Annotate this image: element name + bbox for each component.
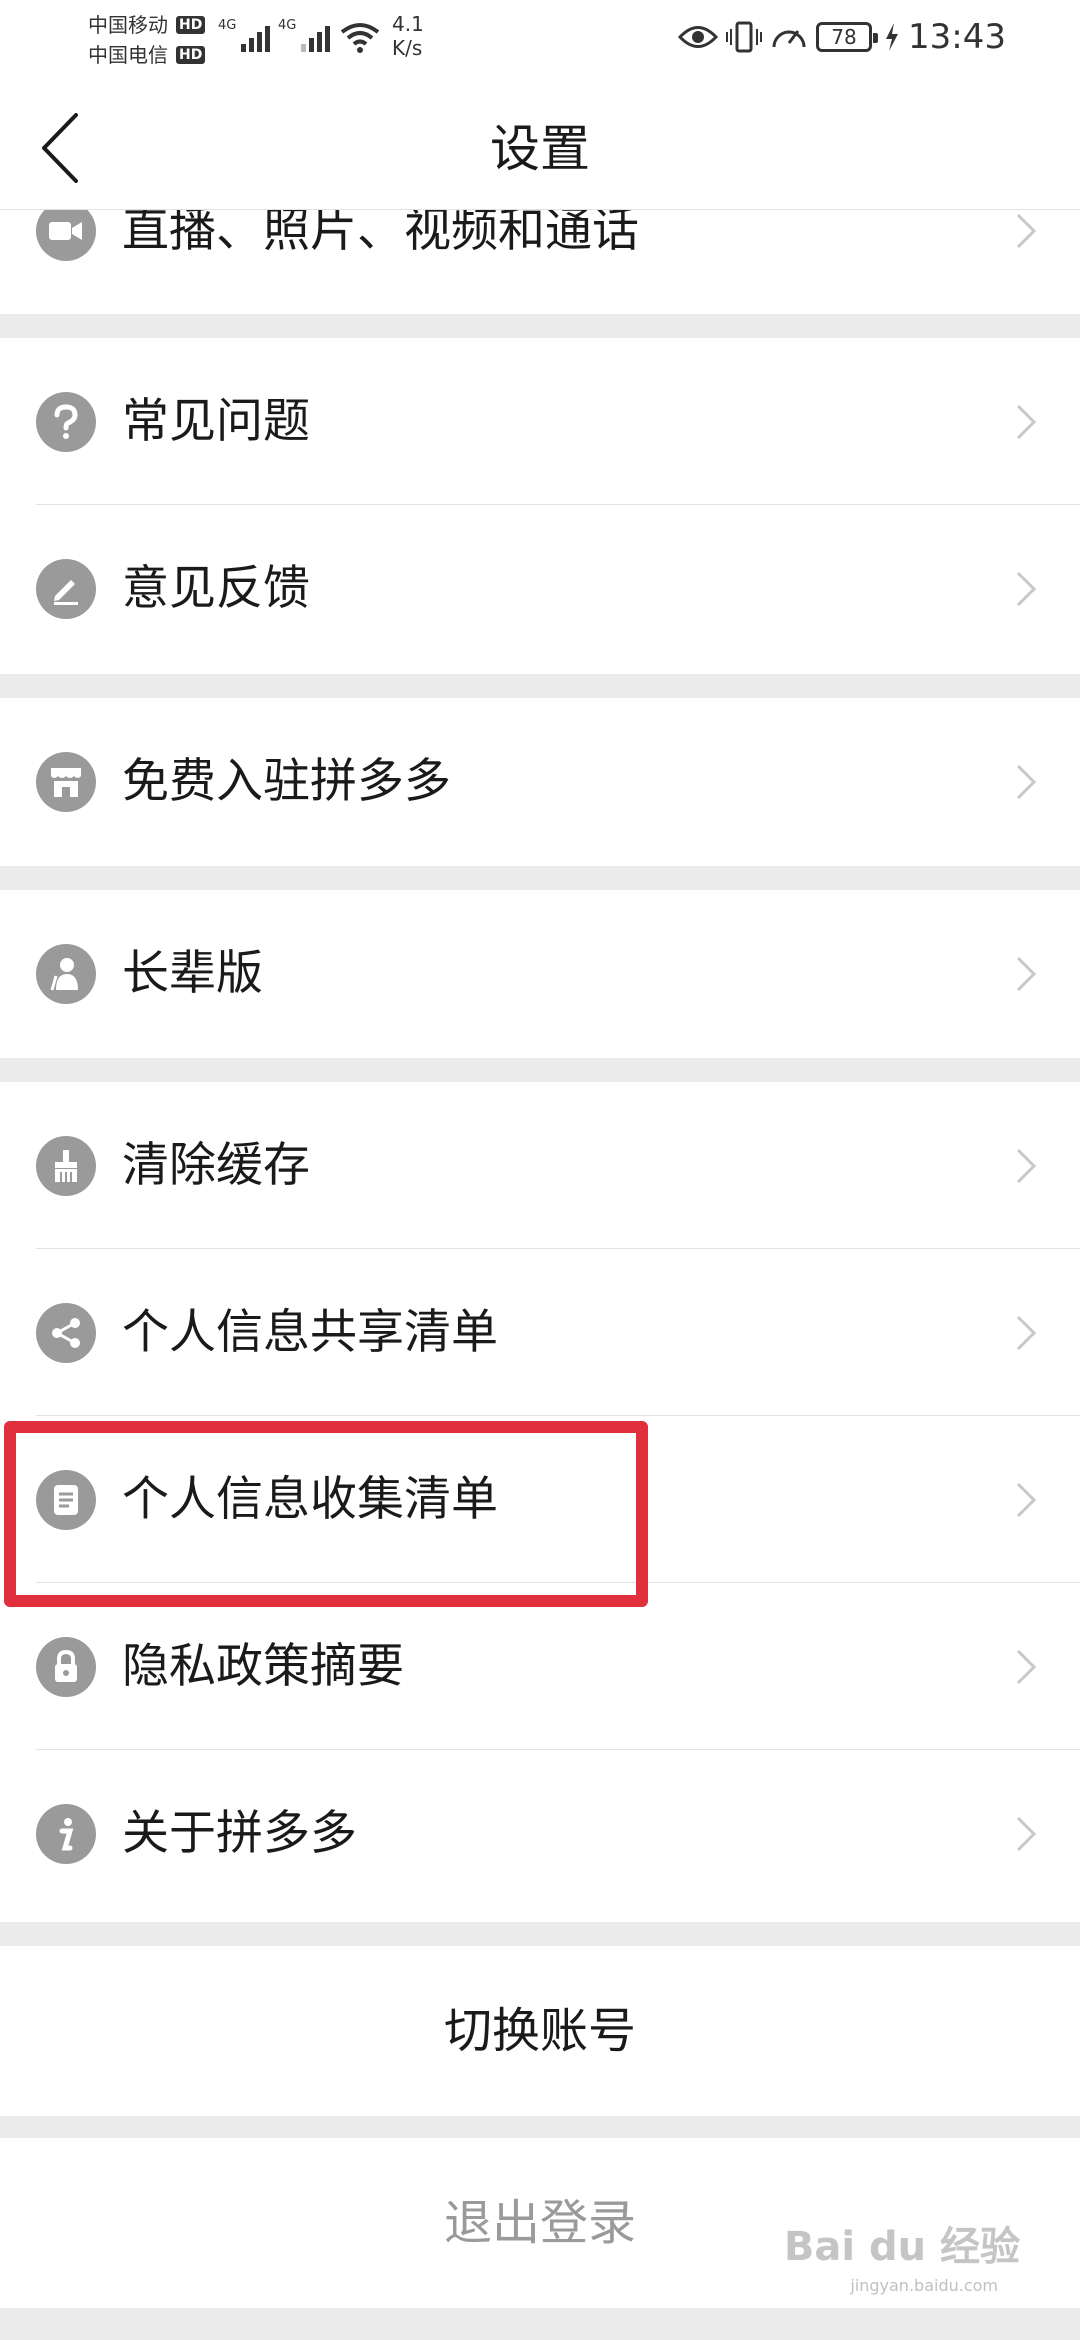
switch-account-button[interactable]: 切换账号 [0, 1946, 1080, 2116]
carrier-info: 中国移动 HD 中国电信 HD [88, 10, 206, 70]
carrier-1-label: 中国移动 [88, 13, 168, 37]
settings-item-label: 清除缓存 [122, 1137, 310, 1193]
page-title: 设置 [490, 120, 590, 178]
document-icon [36, 1469, 96, 1530]
clock: 13:43 [908, 17, 1006, 57]
info-icon [36, 1803, 96, 1864]
signal-icon: 4G [218, 18, 271, 52]
chevron-right-icon [1016, 764, 1037, 800]
chevron-left-icon [42, 113, 78, 183]
video-camera-icon [36, 201, 96, 261]
elder-person-icon [36, 944, 96, 1004]
lock-icon [36, 1636, 96, 1697]
signal-icon-2: 4G [278, 18, 331, 52]
charging-icon [886, 23, 899, 51]
chevron-right-icon [1016, 1649, 1037, 1684]
broom-icon [36, 1135, 96, 1196]
speedometer-icon [772, 30, 806, 48]
share-icon [36, 1302, 96, 1363]
settings-item-label: 个人信息收集清单 [122, 1471, 498, 1527]
settings-item-label: 关于拼多多 [122, 1805, 357, 1861]
settings-item-info-sharing[interactable]: 个人信息共享清单 [0, 1249, 1080, 1416]
hd-badge-2: HD [176, 46, 206, 64]
settings-group-elder: 长辈版 [0, 890, 1080, 1058]
chevron-right-icon [1016, 1148, 1037, 1183]
settings-item-privacy-summary[interactable]: 隐私政策摘要 [0, 1583, 1080, 1750]
hd-badge: HD [176, 16, 206, 34]
status-bar: 中国移动 HD 中国电信 HD 4G 4G 4.1 K/s 78 13:43 [0, 0, 1080, 78]
chevron-right-icon [1016, 213, 1037, 249]
settings-item-label: 常见问题 [122, 393, 310, 449]
settings-item-info-collection[interactable]: 个人信息收集清单 [0, 1416, 1080, 1583]
nav-bar: 设置 [0, 78, 1080, 210]
eye-icon [678, 26, 719, 48]
chevron-right-icon [1016, 1816, 1037, 1851]
settings-group-help: 常见问题 意见反馈 [0, 338, 1080, 674]
wifi-icon [340, 23, 380, 53]
storefront-icon [36, 752, 96, 812]
settings-item-feedback[interactable]: 意见反馈 [0, 505, 1080, 672]
vibrate-icon [726, 21, 763, 53]
question-icon [36, 391, 96, 452]
settings-group-privacy: 清除缓存 个人信息共享清单 个人信息收集清单 隐私政策摘要 关于拼多多 [0, 1082, 1080, 1922]
settings-item-merchant[interactable]: 免费入驻拼多多 [0, 698, 1080, 866]
chevron-right-icon [1016, 1482, 1037, 1517]
chevron-right-icon [1016, 956, 1037, 992]
status-right: 78 13:43 [678, 16, 1006, 58]
settings-item-faq[interactable]: 常见问题 [0, 338, 1080, 505]
watermark-url: jingyan.baidu.com [850, 2276, 998, 2295]
settings-group-merchant: 免费入驻拼多多 [0, 698, 1080, 866]
chevron-right-icon [1016, 571, 1037, 606]
settings-item-label: 个人信息共享清单 [122, 1304, 498, 1360]
chevron-right-icon [1016, 1315, 1037, 1350]
settings-item-label: 意见反馈 [122, 560, 310, 616]
battery-indicator: 78 [816, 22, 879, 52]
carrier-2-label: 中国电信 [88, 43, 168, 67]
settings-item-label: 免费入驻拼多多 [122, 754, 451, 809]
settings-item-clear-cache[interactable]: 清除缓存 [0, 1082, 1080, 1249]
edit-icon [36, 558, 96, 619]
settings-item-label: 隐私政策摘要 [122, 1638, 404, 1694]
chevron-right-icon [1016, 404, 1037, 439]
settings-item-elder-mode[interactable]: 长辈版 [0, 890, 1080, 1058]
baidu-watermark-logo: Bai du 经验 [783, 2224, 1020, 2270]
back-button[interactable] [30, 108, 90, 188]
network-speed: 4.1 K/s [392, 12, 424, 60]
settings-item-about[interactable]: 关于拼多多 [0, 1750, 1080, 1917]
settings-item-label: 长辈版 [122, 946, 263, 1001]
